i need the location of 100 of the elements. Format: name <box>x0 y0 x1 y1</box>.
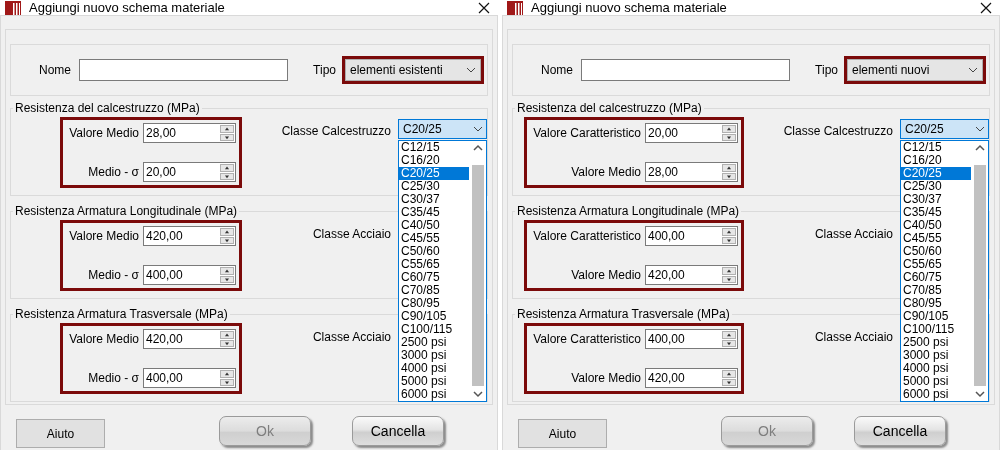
dropdown-option[interactable]: C16/20 <box>901 154 971 167</box>
chevron-down-icon <box>968 67 978 73</box>
dropdown-option[interactable]: C45/55 <box>399 232 469 245</box>
spin-arrows-icon[interactable] <box>722 164 736 180</box>
dropdown-option[interactable]: C45/55 <box>901 232 971 245</box>
chevron-down-icon <box>975 126 985 132</box>
name-field[interactable] <box>581 59 790 81</box>
chevron-down-icon <box>473 126 483 132</box>
dropdown-option[interactable]: C55/65 <box>399 258 469 271</box>
number-field[interactable]: 28,00 <box>143 123 236 143</box>
chevron-down-icon[interactable] <box>472 390 483 398</box>
number-field[interactable]: 20,00 <box>143 162 236 182</box>
spin-arrows-icon[interactable] <box>722 125 736 141</box>
dropdown-option[interactable]: C55/65 <box>901 258 971 271</box>
group-title: Resistenza del calcestruzzo (MPa) <box>13 101 202 116</box>
class-dropdown[interactable]: C20/25 <box>398 119 487 139</box>
dropdown-option[interactable]: C30/37 <box>901 193 971 206</box>
dropdown-option[interactable]: C40/50 <box>901 219 971 232</box>
dropdown-option[interactable]: C16/20 <box>399 154 469 167</box>
field-label: Classe Acciaio <box>311 226 391 242</box>
dropdown-option[interactable]: C12/15 <box>399 141 469 154</box>
number-field[interactable]: 400,00 <box>645 226 738 246</box>
dropdown-option[interactable]: 3000 psi <box>901 349 971 362</box>
dropdown-option[interactable]: 2500 psi <box>399 336 469 349</box>
cancel-button[interactable]: Cancella <box>352 416 444 446</box>
dropdown-option[interactable]: 4000 psi <box>901 362 971 375</box>
window-title: Aggiungi nuovo schema materiale <box>531 0 728 15</box>
number-field[interactable]: 20,00 <box>645 123 738 143</box>
spin-arrows-icon[interactable] <box>220 331 234 347</box>
number-field[interactable]: 420,00 <box>143 226 236 246</box>
chevron-up-icon[interactable] <box>472 144 483 152</box>
dropdown-option[interactable]: C80/95 <box>399 297 469 310</box>
field-label: Valore Caratteristico <box>533 229 641 243</box>
group-title: Resistenza Armatura Trasversale (MPa) <box>13 307 230 322</box>
spin-arrows-icon[interactable] <box>722 228 736 244</box>
chevron-up-icon[interactable] <box>974 144 985 152</box>
type-dropdown[interactable]: elementi esistenti <box>345 59 481 81</box>
spin-arrows-icon[interactable] <box>220 370 234 386</box>
spin-arrows-icon[interactable] <box>220 125 234 141</box>
class-dropdown[interactable]: C20/25 <box>900 119 989 139</box>
number-field[interactable]: 400,00 <box>143 368 236 388</box>
dropdown-option[interactable]: C25/30 <box>901 180 971 193</box>
spin-arrows-icon[interactable] <box>722 267 736 283</box>
dropdown-option[interactable]: C100/115 <box>399 323 469 336</box>
field-label: Classe Acciaio <box>813 226 893 242</box>
dropdown-option[interactable]: C35/45 <box>399 206 469 219</box>
dropdown-option[interactable]: C20/25 <box>901 167 971 180</box>
dropdown-option[interactable]: 2500 psi <box>901 336 971 349</box>
dropdown-option[interactable]: 5000 psi <box>901 375 971 388</box>
field-label: Medio - σ <box>88 268 139 282</box>
field-label: Tipo <box>313 63 336 77</box>
dropdown-option[interactable]: 5000 psi <box>399 375 469 388</box>
cancel-button[interactable]: Cancella <box>854 416 946 446</box>
dropdown-option[interactable]: C40/50 <box>399 219 469 232</box>
dropdown-option[interactable]: C60/75 <box>901 271 971 284</box>
help-button[interactable]: Aiuto <box>518 419 607 448</box>
field-label: Nome <box>540 63 573 77</box>
name-field[interactable] <box>79 59 288 81</box>
dropdown-option[interactable]: 6000 psi <box>901 388 971 401</box>
spin-arrows-icon[interactable] <box>220 164 234 180</box>
dropdown-option[interactable]: C25/30 <box>399 180 469 193</box>
field-label: Valore Caratteristico <box>533 332 641 346</box>
dropdown-option[interactable]: C35/45 <box>901 206 971 219</box>
dropdown-option[interactable]: C100/115 <box>901 323 971 336</box>
dropdown-option[interactable]: C12/15 <box>901 141 971 154</box>
number-field[interactable]: 420,00 <box>645 265 738 285</box>
dropdown-option[interactable]: C50/60 <box>901 245 971 258</box>
dropdown-option[interactable]: C90/105 <box>399 310 469 323</box>
number-field[interactable]: 420,00 <box>143 329 236 349</box>
field-label: Classe Acciaio <box>813 329 893 345</box>
spin-arrows-icon[interactable] <box>220 228 234 244</box>
dropdown-option[interactable]: 4000 psi <box>399 362 469 375</box>
spin-arrows-icon[interactable] <box>220 267 234 283</box>
close-icon[interactable] <box>980 1 992 14</box>
field-label: Valore Medio <box>571 268 641 282</box>
dropdown-option[interactable]: C20/25 <box>399 167 469 180</box>
dropdown-option[interactable]: 3000 psi <box>399 349 469 362</box>
group-title: Resistenza Armatura Trasversale (MPa) <box>515 307 732 322</box>
number-field[interactable]: 28,00 <box>645 162 738 182</box>
dropdown-option[interactable]: C70/85 <box>399 284 469 297</box>
number-field[interactable]: 420,00 <box>645 368 738 388</box>
dropdown-option[interactable]: C70/85 <box>901 284 971 297</box>
dropdown-option[interactable]: C90/105 <box>901 310 971 323</box>
field-label: Valore Caratteristico <box>533 126 641 140</box>
dropdown-option[interactable]: C60/75 <box>399 271 469 284</box>
close-icon[interactable] <box>478 1 490 14</box>
help-button[interactable]: Aiuto <box>16 419 105 448</box>
number-field[interactable]: 400,00 <box>645 329 738 349</box>
dropdown-option[interactable]: C30/37 <box>399 193 469 206</box>
field-label: Classe Calcestruzzo <box>280 123 391 139</box>
type-dropdown[interactable]: elementi nuovi <box>847 59 983 81</box>
spin-arrows-icon[interactable] <box>722 370 736 386</box>
field-label: Valore Medio <box>69 126 139 140</box>
number-field[interactable]: 400,00 <box>143 265 236 285</box>
group-title: Resistenza Armatura Longitudinale (MPa) <box>13 204 240 219</box>
dropdown-option[interactable]: C50/60 <box>399 245 469 258</box>
spin-arrows-icon[interactable] <box>722 331 736 347</box>
dropdown-option[interactable]: 6000 psi <box>399 388 469 401</box>
dropdown-option[interactable]: C80/95 <box>901 297 971 310</box>
chevron-down-icon[interactable] <box>974 390 985 398</box>
